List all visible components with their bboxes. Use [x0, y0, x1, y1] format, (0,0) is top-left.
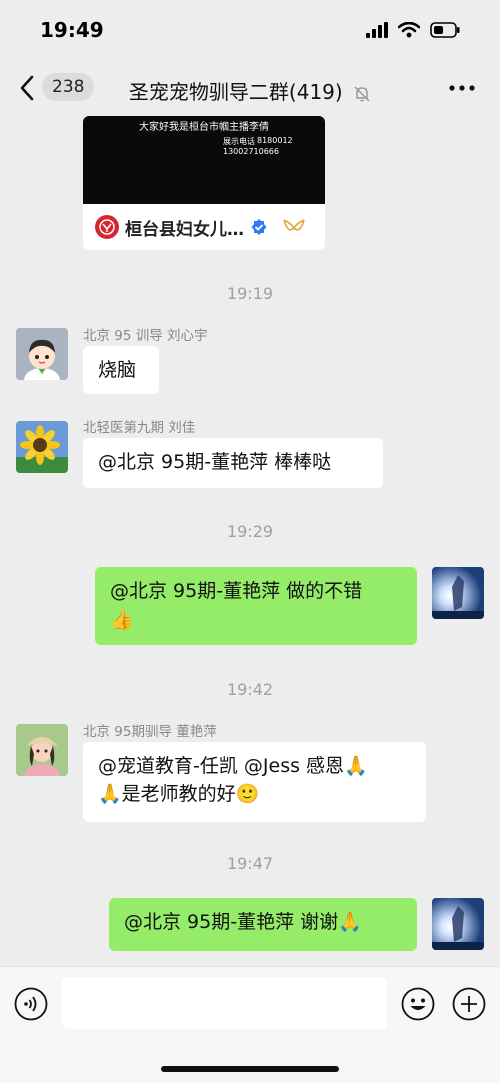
plus-icon[interactable]: [452, 987, 486, 1021]
status-time: 19:49: [40, 18, 104, 42]
voice-icon[interactable]: [14, 987, 48, 1021]
status-bar: 19:49: [0, 0, 500, 60]
message-bubble[interactable]: @北京 95期-董艳萍 谢谢🙏: [109, 898, 417, 951]
timestamp: 19:19: [226, 284, 274, 303]
message-bubble[interactable]: @北京 95期-董艳萍 做的不错 👍: [95, 567, 417, 645]
video-thumbnail[interactable]: 大家好我是桓台市帼主播李倩 展示电话 8180012 13002710666: [83, 116, 325, 204]
emoji-icon[interactable]: [401, 987, 435, 1021]
sender-name: 北京 95期驯导 董艳萍: [83, 724, 217, 740]
video-channel-card[interactable]: 大家好我是桓台市帼主播李倩 展示电话 8180012 13002710666 桓…: [83, 116, 325, 250]
message-list[interactable]: 大家好我是桓台市帼主播李倩 展示电话 8180012 13002710666 桓…: [0, 116, 500, 966]
video-caption: 大家好我是桓台市帼主播李倩: [139, 122, 269, 133]
message-text: 🙏是老师教的好🙂: [98, 783, 260, 805]
message-text: @宠道教育-任凯 @Jess 感恩🙏: [98, 755, 368, 777]
chat-header: 238 圣宠宠物驯导二群(419): [0, 60, 500, 116]
timestamp: 19:47: [226, 854, 274, 873]
avatar[interactable]: [432, 898, 484, 950]
channels-icon: [283, 219, 305, 231]
message-bubble[interactable]: @北京 95期-董艳萍 棒棒哒: [83, 438, 383, 488]
video-card-footer: 桓台县妇女儿…: [83, 204, 325, 250]
timestamp: 19:29: [226, 522, 274, 541]
avatar[interactable]: [16, 724, 68, 776]
home-indicator: [161, 1066, 339, 1072]
status-icons: [366, 22, 460, 38]
channel-name: 桓台县妇女儿…: [125, 219, 244, 240]
group-name: 圣宠宠物驯导二群(419): [128, 80, 343, 104]
avatar[interactable]: [16, 421, 68, 473]
video-phone-number: 8180012: [257, 136, 293, 145]
avatar[interactable]: [432, 567, 484, 619]
video-phone-label: 展示电话: [223, 137, 255, 146]
chat-title: 圣宠宠物驯导二群(419): [0, 76, 500, 105]
message-text: @北京 95期-董艳萍 做的不错: [110, 580, 363, 602]
thumbs-up-icon: 👍: [110, 608, 134, 631]
timestamp: 19:42: [226, 680, 274, 699]
sender-name: 北京 95 训导 刘心宇: [83, 328, 208, 344]
channel-logo-icon: [95, 215, 119, 239]
sender-name: 北轻医第九期 刘佳: [83, 420, 196, 436]
bell-off-icon: [354, 85, 370, 102]
battery-icon: [430, 22, 460, 38]
more-icon[interactable]: [448, 78, 476, 98]
message-input[interactable]: [62, 977, 387, 1029]
signal-icon: [366, 22, 388, 38]
video-phone-number: 13002710666: [223, 147, 279, 156]
message-bubble[interactable]: 烧脑: [83, 346, 159, 394]
wifi-icon: [398, 22, 420, 38]
verified-icon: [251, 219, 267, 235]
avatar[interactable]: [16, 328, 68, 380]
message-bubble[interactable]: @宠道教育-任凯 @Jess 感恩🙏 🙏是老师教的好🙂: [83, 742, 426, 822]
